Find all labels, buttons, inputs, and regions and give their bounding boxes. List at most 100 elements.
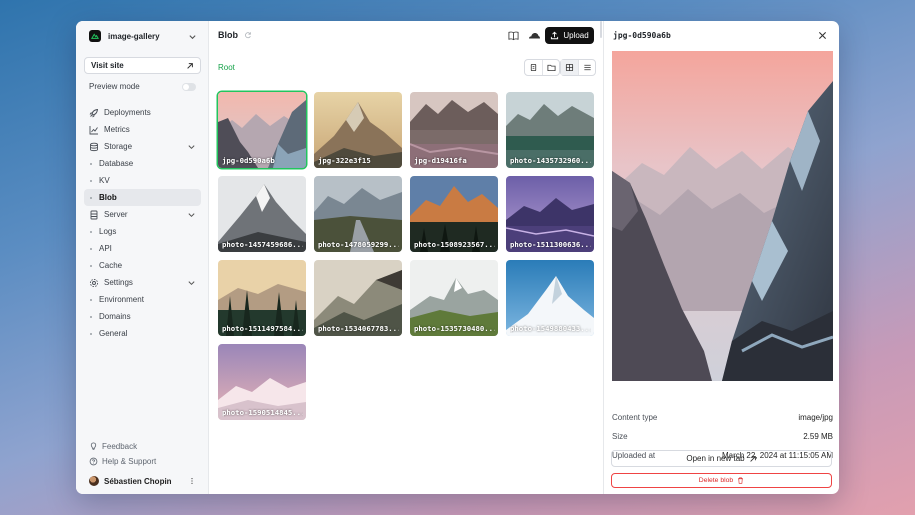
sidebar-item-database[interactable]: Database <box>84 155 201 172</box>
sidebar-item-cache[interactable]: Cache <box>84 257 201 274</box>
sidebar-nav: Deployments Metrics Storage Database KV <box>84 104 201 342</box>
chevron-down-icon <box>188 213 195 218</box>
bullet-icon <box>90 332 92 335</box>
sidebar-item-storage[interactable]: Storage <box>84 138 201 155</box>
book-open-icon[interactable] <box>508 30 519 41</box>
sidebar-item-deployments[interactable]: Deployments <box>84 104 201 121</box>
chevron-down-icon <box>188 281 195 286</box>
upload-icon <box>551 31 559 40</box>
content-type-value: image/jpg <box>798 413 833 422</box>
blob-tile[interactable]: jpg-322e3f15 <box>314 92 402 168</box>
blob-browser: Blob Upload Root jpg-0d590a6b jpg-322e3f… <box>210 21 602 494</box>
sidebar-item-general[interactable]: General <box>84 325 201 342</box>
bullet-icon <box>90 298 92 301</box>
blob-tile[interactable]: jpg-0d590a6b <box>218 92 306 168</box>
sidebar-item-logs[interactable]: Logs <box>84 223 201 240</box>
refresh-icon[interactable] <box>244 31 252 39</box>
sidebar-item-label: Cache <box>99 261 123 270</box>
sidebar-item-label: KV <box>99 176 110 185</box>
blob-filename: jpg-d19416fa <box>414 156 467 165</box>
trash-icon <box>738 477 744 484</box>
blob-tile[interactable]: photo-1435732960... <box>506 92 594 168</box>
feedback-link[interactable]: Feedback <box>89 442 196 451</box>
bullet-icon <box>90 247 92 250</box>
list-icon <box>583 64 591 71</box>
external-arrow-icon <box>749 455 756 462</box>
blob-filename: jpg-322e3f15 <box>318 156 371 165</box>
new-item-group <box>524 59 560 76</box>
copy-file-button[interactable] <box>525 60 542 75</box>
blob-tile[interactable]: photo-1590514845... <box>218 344 306 420</box>
bullet-icon <box>90 162 92 165</box>
help-support-link[interactable]: Help & Support <box>89 457 196 466</box>
view-mode-group <box>560 59 596 76</box>
app-window: image-gallery Visit site Preview mode De… <box>76 21 839 494</box>
sidebar-item-label: Storage <box>104 142 133 151</box>
external-arrow-icon <box>187 62 193 69</box>
lightbulb-icon <box>90 442 97 451</box>
project-switcher[interactable]: image-gallery <box>89 29 197 43</box>
sidebar-item-label: Deployments <box>104 108 151 117</box>
blob-filename: photo-1535730480... <box>414 324 495 333</box>
preview-mode-row: Preview mode <box>89 81 196 92</box>
blob-tile[interactable]: photo-1535730480... <box>410 260 498 336</box>
rocket-icon <box>89 108 99 117</box>
blob-tile[interactable]: photo-1549880433... <box>506 260 594 336</box>
blob-tile[interactable]: jpg-d19416fa <box>410 92 498 168</box>
bullet-icon <box>90 264 92 267</box>
sidebar-item-label: Logs <box>99 227 117 236</box>
sidebar-item-api[interactable]: API <box>84 240 201 257</box>
grid-view-button[interactable] <box>561 60 578 75</box>
open-in-new-tab-label: Open in new tab <box>686 454 745 463</box>
blob-tile[interactable]: photo-1478059299... <box>314 176 402 252</box>
blob-tile[interactable]: photo-1511300636... <box>506 176 594 252</box>
sidebar-item-label: Blob <box>99 193 117 202</box>
new-folder-button[interactable] <box>542 60 559 75</box>
sidebar-item-label: Database <box>99 159 134 168</box>
sidebar-item-metrics[interactable]: Metrics <box>84 121 201 138</box>
placeholder <box>600 21 602 38</box>
sidebar-item-label: API <box>99 244 112 253</box>
blob-tile[interactable]: photo-1511497584... <box>218 260 306 336</box>
upload-button[interactable]: Upload <box>545 27 594 44</box>
sidebar-item-domains[interactable]: Domains <box>84 308 201 325</box>
breadcrumb[interactable]: Root <box>218 63 235 72</box>
blob-filename: photo-1534067783... <box>318 324 399 333</box>
user-menu[interactable]: Sébastien Chopin <box>89 476 196 486</box>
page-title-row: Blob <box>218 30 252 40</box>
sidebar-item-environment[interactable]: Environment <box>84 291 201 308</box>
preview-mode-toggle[interactable] <box>182 82 196 91</box>
content-type-row: Content type image/jpg <box>612 413 833 422</box>
blob-tile[interactable]: photo-1457459686... <box>218 176 306 252</box>
delete-blob-button[interactable]: Delete blob <box>611 473 832 488</box>
blob-filename: photo-1511497584... <box>222 324 303 333</box>
bullet-icon <box>90 315 92 318</box>
size-label: Size <box>612 432 628 441</box>
server-icon <box>90 210 98 219</box>
grid-icon <box>565 63 574 72</box>
sidebar-item-label: Domains <box>99 312 131 321</box>
visit-site-button[interactable]: Visit site <box>84 57 201 74</box>
list-view-button[interactable] <box>578 60 595 75</box>
blob-preview-image <box>612 51 833 381</box>
page-title: Blob <box>218 30 238 40</box>
sidebar-item-label: Server <box>104 210 128 219</box>
sidebar-item-label: Environment <box>99 295 144 304</box>
more-vertical-icon[interactable] <box>188 477 196 485</box>
sidebar-item-server[interactable]: Server <box>84 206 201 223</box>
bullet-icon <box>90 230 92 233</box>
cloudflare-icon[interactable] <box>528 30 540 41</box>
open-in-new-tab-button[interactable]: Open in new tab <box>611 450 832 467</box>
blob-tile[interactable]: photo-1508923567... <box>410 176 498 252</box>
blob-filename: photo-1478059299... <box>318 240 399 249</box>
close-icon[interactable] <box>818 31 827 40</box>
sidebar-item-kv[interactable]: KV <box>84 172 201 189</box>
help-circle-icon <box>89 457 98 466</box>
sidebar-item-settings[interactable]: Settings <box>84 274 201 291</box>
blob-filename: photo-1549880433... <box>510 324 591 333</box>
help-label: Help & Support <box>102 457 157 466</box>
blob-filename: jpg-0d590a6b <box>222 156 275 165</box>
bullet-icon <box>90 196 92 199</box>
blob-tile[interactable]: photo-1534067783... <box>314 260 402 336</box>
sidebar-item-blob[interactable]: Blob <box>84 189 201 206</box>
